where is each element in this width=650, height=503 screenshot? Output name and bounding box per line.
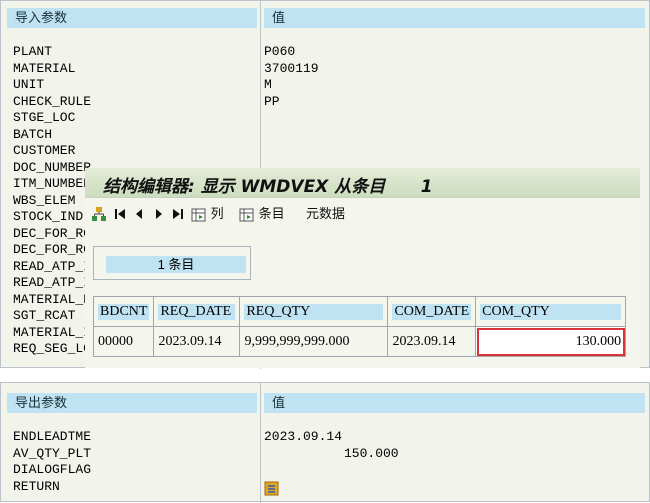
export-param-names: ENDLEADTME AV_QTY_PLT DIALOGFLAG RETURN <box>13 429 91 495</box>
entries-label: 条目 <box>258 206 285 221</box>
param-name: ENDLEADTME <box>13 429 92 444</box>
param-name: REQ_SEG_LO <box>13 341 92 356</box>
param-name: MATERIAL <box>13 60 76 76</box>
param-name: STOCK_IND <box>13 209 84 224</box>
column-header[interactable]: COM_QTY <box>475 296 627 327</box>
hierarchy-button[interactable] <box>91 204 107 224</box>
column-header[interactable]: BDCNT <box>92 296 155 327</box>
hierarchy-icon <box>92 207 106 221</box>
param-value: 150.000 <box>344 445 399 461</box>
previous-page-icon <box>136 209 142 219</box>
next-page-button[interactable] <box>153 204 165 224</box>
dialog-title: 结构编辑器: 显示 WMDVEX 从条目 1 <box>103 177 433 197</box>
table-row: 00000 2023.09.14 9,999,999,999.000 2023.… <box>92 326 627 357</box>
structure-editor-dialog: 结构编辑器: 显示 WMDVEX 从条目 1 列 条目 元数据 1 条目 BDC… <box>85 168 640 368</box>
param-name: WBS_ELEM <box>13 192 76 208</box>
structure-table: BDCNT REQ_DATE REQ_QTY COM_DATE COM_QTY … <box>92 296 627 357</box>
import-param-header: 导入参数 <box>7 8 257 28</box>
import-param-names: PLANT MATERIAL UNIT CHECK_RULE STGE_LOC … <box>13 44 91 358</box>
param-name: UNIT <box>13 77 45 92</box>
param-name: MATERIAL_I <box>13 324 92 340</box>
param-name: STGE_LOC <box>13 110 76 125</box>
param-value: 3700119 <box>264 60 319 76</box>
param-name: PLANT <box>13 44 53 59</box>
param-name: DEC_FOR_RO <box>13 242 92 257</box>
column-header[interactable]: REQ_QTY <box>239 296 389 327</box>
table-cell[interactable]: 2023.09.14 <box>153 326 241 357</box>
export-params-panel: 导出参数 值 ENDLEADTME AV_QTY_PLT DIALOGFLAG … <box>0 382 650 503</box>
param-name: DEC_FOR_RO <box>13 225 92 241</box>
first-page-button[interactable] <box>113 204 127 224</box>
columns-button[interactable]: 列 <box>191 204 224 224</box>
entry-count: 1 条目 <box>106 256 246 273</box>
table-detail-icon <box>264 481 279 495</box>
param-value: 2023.09.14 <box>264 429 343 444</box>
export-value-header: 值 <box>264 393 645 413</box>
next-page-icon <box>156 209 162 219</box>
last-page-button[interactable] <box>171 204 185 224</box>
table-header-row: BDCNT REQ_DATE REQ_QTY COM_DATE COM_QTY <box>92 296 627 327</box>
param-name: READ_ATP_I <box>13 258 92 274</box>
export-param-header: 导出参数 <box>7 393 257 413</box>
selected-table-cell[interactable]: 130.000 <box>475 326 627 357</box>
previous-page-button[interactable] <box>133 204 145 224</box>
param-name: RETURN <box>13 478 60 494</box>
param-value: P060 <box>264 44 296 59</box>
column-header[interactable]: COM_DATE <box>387 296 477 327</box>
param-name: CUSTOMER <box>13 143 76 158</box>
table-cell[interactable]: 00000 <box>92 326 155 357</box>
import-param-values: P060 3700119 M PP <box>264 44 319 110</box>
metadata-label: 元数据 <box>306 206 346 221</box>
column-header[interactable]: REQ_DATE <box>153 296 241 327</box>
table-cell[interactable]: 9,999,999,999.000 <box>239 326 389 357</box>
param-name: ITM_NUMBER <box>13 176 92 191</box>
param-name: MATERIAL_E <box>13 291 92 307</box>
export-param-values: 2023.09.14 150.000 <box>264 429 399 497</box>
columns-label: 列 <box>210 206 224 221</box>
columns-icon <box>191 208 206 222</box>
param-value <box>264 462 399 479</box>
import-value-header: 值 <box>264 8 645 28</box>
param-name: CHECK_RULE <box>13 93 92 109</box>
param-name: SGT_RCAT <box>13 308 76 323</box>
last-page-icon <box>173 209 183 219</box>
param-name: DOC_NUMBER <box>13 159 92 175</box>
entries-button[interactable]: 条目 <box>239 204 285 224</box>
param-name: AV_QTY_PLT <box>13 445 92 461</box>
first-page-icon <box>115 209 125 219</box>
return-table-button[interactable] <box>264 479 399 498</box>
param-value: PP <box>264 93 280 109</box>
table-cell[interactable]: 2023.09.14 <box>387 326 477 357</box>
column-divider <box>260 383 261 503</box>
dialog-title-bar: 结构编辑器: 显示 WMDVEX 从条目 1 <box>85 168 640 198</box>
metadata-button[interactable]: 元数据 <box>306 204 345 224</box>
entries-icon <box>239 208 254 222</box>
dialog-toolbar: 列 条目 元数据 <box>85 198 640 230</box>
param-name: BATCH <box>13 126 53 142</box>
entry-count-box: 1 条目 <box>93 246 251 280</box>
param-name: READ_ATP_I <box>13 275 92 290</box>
param-name: DIALOGFLAG <box>13 462 92 477</box>
param-value: M <box>264 77 272 92</box>
